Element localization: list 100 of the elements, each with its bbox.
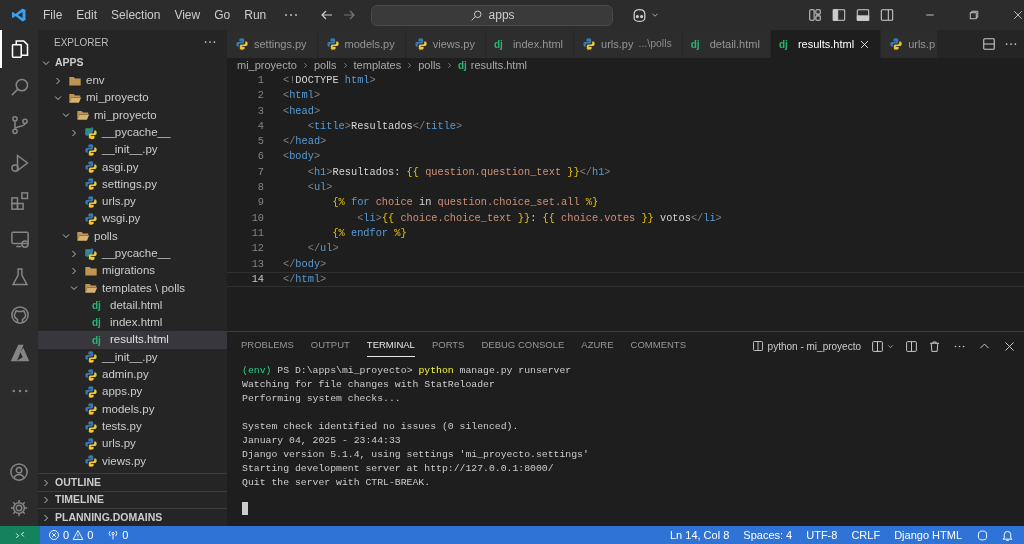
code-line: {% endfor %} — [331, 225, 407, 241]
tree-item[interactable]: mi_proyecto — [38, 106, 227, 124]
tree-item[interactable]: polls — [38, 227, 227, 245]
menu-item[interactable]: View — [169, 4, 206, 26]
section-header[interactable]: APPS — [38, 54, 227, 72]
search-icon[interactable] — [10, 77, 30, 97]
extensions-icon[interactable] — [10, 191, 30, 211]
editor-tab[interactable]: dj index.html — [485, 30, 575, 58]
error-icon — [48, 529, 60, 541]
flask-icon[interactable] — [10, 267, 30, 287]
toggle-sidebar-icon[interactable] — [832, 8, 846, 22]
panel-tab[interactable]: DEBUG CONSOLE — [481, 335, 565, 357]
tree-item[interactable]: templates \ polls — [38, 279, 227, 297]
source-control-icon[interactable] — [10, 115, 30, 135]
menu-item[interactable]: Run — [239, 4, 272, 26]
python-icon — [413, 37, 428, 51]
code-line: {% for choice in question.choice_set.all %} — [331, 195, 599, 211]
breadcrumb-item[interactable]: polls — [418, 56, 441, 74]
account-icon[interactable] — [9, 462, 29, 482]
layout-icon[interactable] — [808, 8, 822, 22]
restore-icon[interactable] — [968, 9, 980, 21]
section-header[interactable]: OUTLINE — [38, 473, 227, 491]
bell-icon[interactable] — [1001, 528, 1014, 542]
tree-item[interactable]: tests.py — [38, 417, 227, 436]
line-number: 11 — [250, 225, 264, 241]
split-editor-icon[interactable] — [982, 37, 996, 51]
menu-item[interactable]: Go — [209, 4, 236, 26]
tree-item[interactable]: dj detail.html — [38, 296, 227, 315]
status-item[interactable]: Ln 14, Col 8 — [670, 526, 730, 544]
tree-item[interactable]: __pycache__ — [38, 123, 227, 142]
panel-tab[interactable]: OUTPUT — [310, 335, 350, 357]
editor-tab[interactable]: urls.p — [881, 30, 939, 58]
problems-indicator[interactable]: 0 0 — [48, 526, 94, 544]
tree-item[interactable]: urls.py — [38, 193, 227, 211]
breadcrumb-item[interactable]: results.html — [470, 56, 527, 74]
tree-item[interactable]: __pycache__ — [38, 244, 227, 263]
tree-item[interactable]: urls.py — [38, 435, 227, 453]
breadcrumb-item[interactable]: templates — [353, 56, 402, 74]
django-icon: dj — [92, 298, 106, 313]
toggle-panel-icon[interactable] — [856, 8, 870, 22]
tree-item[interactable]: migrations — [38, 262, 227, 280]
tree-item[interactable]: admin.py — [38, 366, 227, 384]
files-icon[interactable] — [10, 39, 30, 59]
menu-item[interactable]: Selection — [106, 4, 166, 26]
tree-item[interactable]: wsgi.py — [38, 210, 227, 228]
azure-icon[interactable] — [10, 343, 30, 363]
tree-item[interactable]: __init__.py — [38, 348, 227, 367]
status-item[interactable]: CRLF — [851, 526, 881, 544]
terminal-selector[interactable]: python - mi_proyecto — [751, 338, 861, 354]
terminal-line: Performing system checks... — [242, 392, 402, 406]
status-item[interactable]: UTF-8 — [806, 526, 838, 544]
close-icon[interactable] — [1003, 339, 1016, 353]
run-debug-icon[interactable] — [10, 153, 30, 173]
breadcrumb-item[interactable]: mi_proyecto — [237, 56, 297, 74]
menu-item[interactable]: Edit — [71, 4, 103, 26]
close-icon[interactable] — [1012, 9, 1024, 21]
split-terminal-icon[interactable] — [905, 339, 918, 353]
panel-tab[interactable]: TERMINAL — [366, 335, 415, 357]
tree-item[interactable]: env — [38, 72, 227, 90]
menu-item[interactable]: File — [38, 4, 68, 26]
search-field[interactable]: apps — [371, 4, 613, 26]
panel-tab[interactable]: PROBLEMS — [241, 335, 294, 357]
new-terminal-icon[interactable] — [871, 339, 884, 353]
tree-item[interactable]: apps.py — [38, 383, 227, 401]
editor-tab[interactable]: urls.py ...\polls — [574, 30, 683, 58]
ports-indicator[interactable]: 0 — [107, 526, 129, 544]
tree-item[interactable]: views.py — [38, 452, 227, 470]
tree-item[interactable]: mi_proyecto — [38, 89, 227, 107]
tree-item[interactable]: asgi.py — [38, 158, 227, 176]
tree-item[interactable]: models.py — [38, 400, 227, 418]
remote-icon — [14, 529, 26, 541]
panel-tab[interactable]: COMMENTS — [630, 335, 686, 357]
github-icon[interactable] — [10, 305, 30, 325]
section-header[interactable]: TIMELINE — [38, 490, 227, 509]
status-item[interactable]: Django HTML — [894, 526, 962, 544]
close-icon[interactable] — [859, 38, 871, 50]
tree-item[interactable]: dj results.html — [38, 331, 227, 349]
remote-explorer-icon[interactable] — [10, 229, 30, 249]
terminal-line: (env) PS D:\apps\mi_proyecto> python manage.py runserver — [242, 364, 573, 378]
line-number: 6 — [256, 149, 264, 165]
editor-tab[interactable]: settings.py — [227, 30, 318, 58]
settings-icon[interactable] — [9, 498, 29, 518]
panel-tab[interactable]: PORTS — [431, 335, 465, 357]
django-icon: dj — [92, 332, 106, 348]
code-line: <title>Resultados</title> — [306, 118, 463, 134]
editor-tab[interactable]: views.py — [405, 30, 486, 58]
breadcrumb-item[interactable]: polls — [313, 56, 337, 74]
python-icon — [84, 419, 98, 434]
trash-icon[interactable] — [928, 339, 941, 353]
line-number: 4 — [256, 118, 264, 134]
tree-item[interactable]: dj index.html — [38, 314, 227, 332]
toggle-secondary-sidebar-icon[interactable] — [880, 8, 894, 22]
line-number: 10 — [250, 210, 264, 226]
editor-tab[interactable]: models.py — [317, 30, 406, 58]
editor-tab[interactable]: dj detail.html — [682, 30, 771, 58]
tree-item[interactable]: __init__.py — [38, 141, 227, 159]
status-item[interactable]: Spaces: 4 — [743, 526, 793, 544]
panel-tab[interactable]: AZURE — [581, 335, 614, 357]
editor-tab[interactable]: dj results.html — [770, 30, 882, 58]
tree-item[interactable]: settings.py — [38, 175, 227, 194]
